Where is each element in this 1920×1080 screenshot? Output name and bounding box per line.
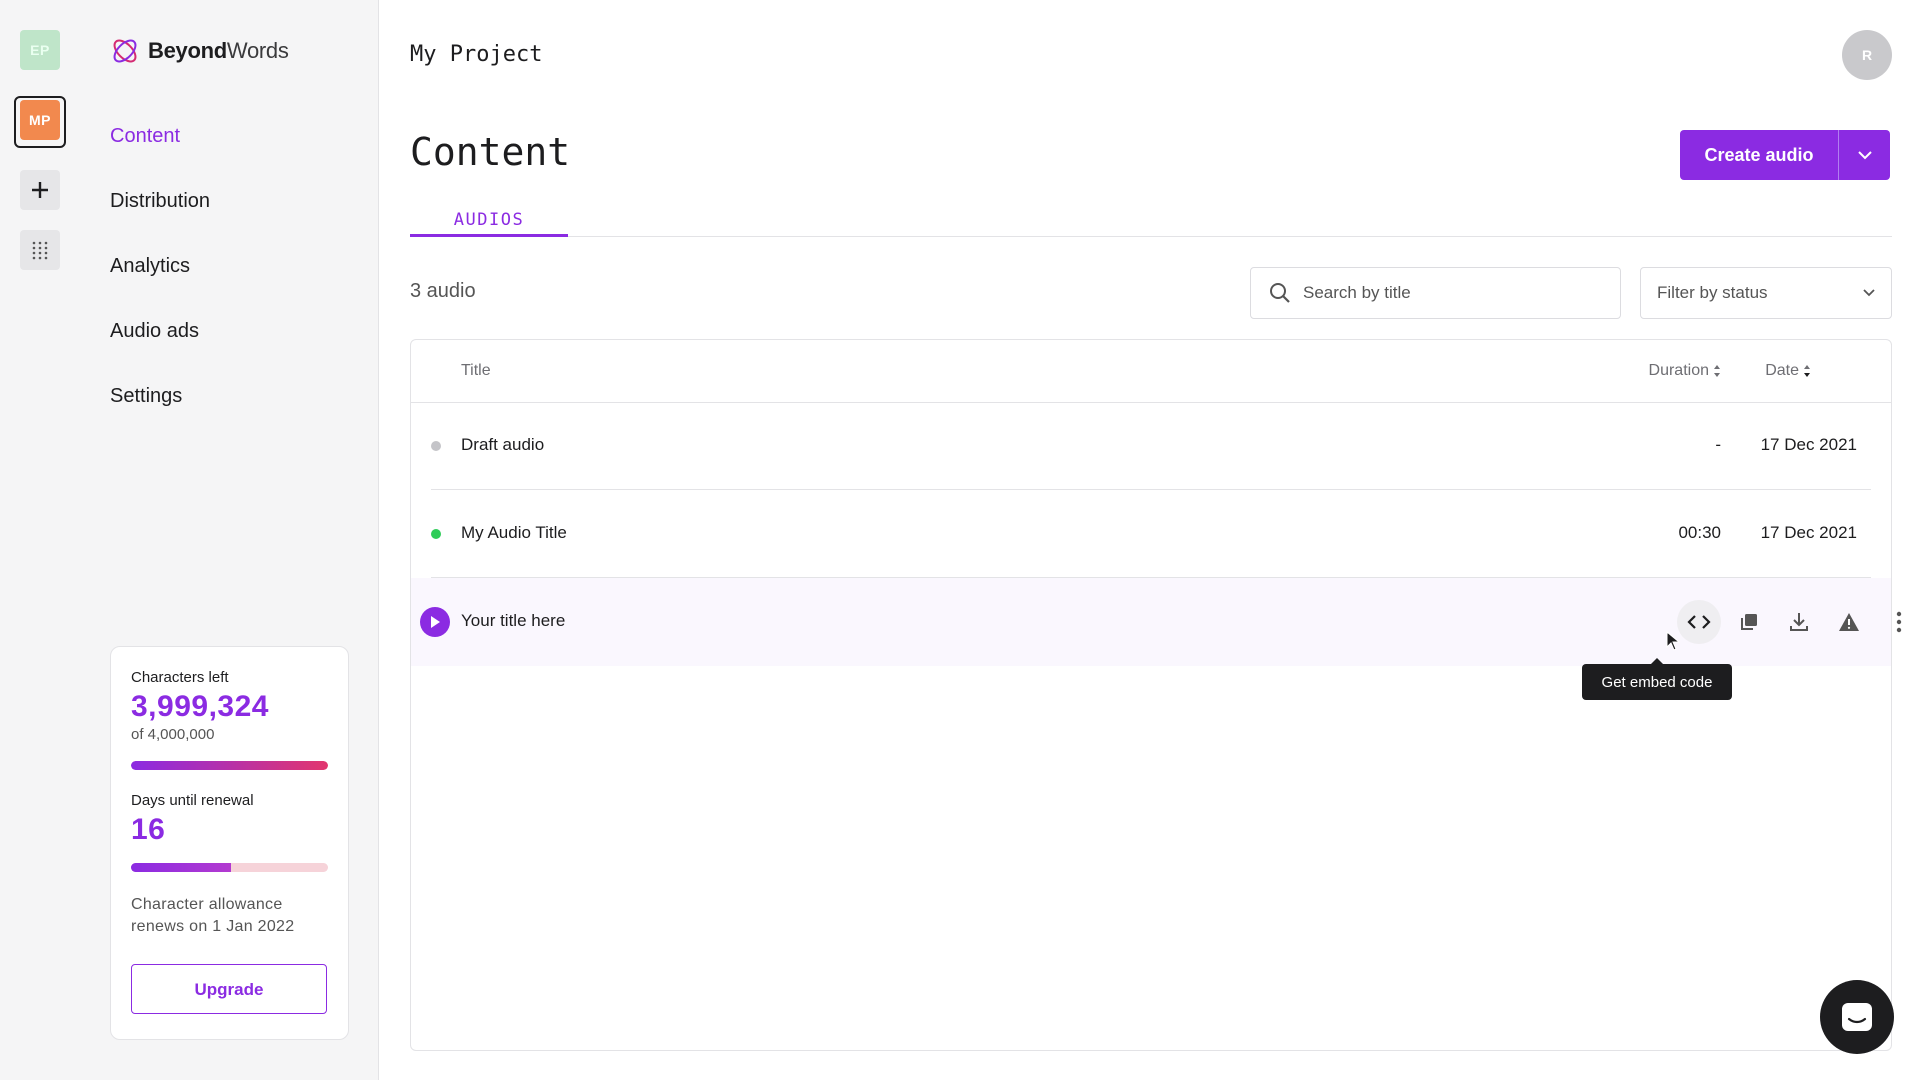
brand-logo[interactable]: BeyondWords	[110, 36, 289, 66]
column-header-title: Title	[461, 362, 491, 379]
chat-icon	[1842, 1003, 1872, 1031]
characters-left-label: Characters left	[131, 669, 229, 686]
copy-icon	[1741, 614, 1757, 630]
status-filter-label: Filter by status	[1657, 283, 1768, 302]
table-row[interactable]: Draft audio - 17 Dec 2021	[411, 402, 1891, 490]
search-icon	[1270, 283, 1290, 303]
upgrade-button[interactable]: Upgrade	[131, 964, 327, 1014]
download-button[interactable]	[1777, 600, 1821, 644]
project-avatar-ep[interactable]: EP	[20, 30, 60, 70]
project-initials: EP	[30, 42, 50, 58]
audio-title[interactable]: My Audio Title	[461, 523, 567, 543]
audio-date: 17 Dec 2021	[1760, 523, 1857, 542]
more-vertical-icon	[1896, 611, 1902, 633]
main-content: My Project R Content Create audio AUDIOS…	[380, 0, 1920, 1080]
nav-item-settings[interactable]: Settings	[110, 385, 182, 408]
nav-item-distribution[interactable]: Distribution	[110, 190, 210, 213]
audio-title[interactable]: Draft audio	[461, 435, 544, 455]
audio-date: 17 Dec 2021	[1760, 435, 1857, 454]
warning-icon	[1839, 613, 1859, 631]
code-icon	[1687, 615, 1711, 629]
chevron-down-icon	[1863, 289, 1875, 297]
project-title: My Project	[410, 42, 543, 67]
table-row[interactable]: My Audio Title 00:30 17 Dec 2021	[411, 490, 1891, 578]
audio-duration: -	[1715, 435, 1721, 454]
status-filter-select[interactable]: Filter by status	[1640, 267, 1892, 319]
search-box[interactable]	[1250, 267, 1621, 319]
renewal-progress-bar	[131, 863, 328, 872]
renewal-progress-fill	[131, 863, 232, 872]
chat-launcher-button[interactable]	[1820, 980, 1894, 1054]
column-header-duration[interactable]: Duration	[1649, 362, 1721, 380]
usage-card: Characters left 3,999,324 of 4,000,000 D…	[110, 646, 349, 1040]
project-rail: EP MP	[0, 0, 80, 1080]
days-until-renewal-value: 16	[131, 813, 166, 846]
brand-name: BeyondWords	[148, 38, 289, 63]
content-tabs: AUDIOS	[410, 200, 1892, 237]
search-input[interactable]	[1303, 283, 1583, 303]
grid-icon	[32, 241, 48, 260]
copy-button[interactable]	[1727, 600, 1771, 644]
column-header-date[interactable]: Date	[1765, 362, 1811, 380]
sort-icon	[1714, 365, 1720, 377]
tab-audios[interactable]: AUDIOS	[410, 200, 568, 237]
characters-progress-fill	[131, 761, 328, 770]
user-avatar[interactable]: R	[1842, 30, 1892, 80]
play-icon	[431, 616, 440, 628]
sort-icon	[1804, 365, 1810, 377]
audio-title[interactable]: Your title here	[461, 611, 565, 631]
plus-icon	[32, 182, 48, 198]
embed-code-tooltip: Get embed code	[1582, 658, 1732, 700]
characters-total: of 4,000,000	[131, 726, 215, 743]
sidebar-nav: BeyondWords Content Distribution Analyti…	[80, 0, 379, 1080]
more-options-button[interactable]	[1877, 600, 1920, 644]
page-title: Content	[410, 130, 571, 174]
allowance-note: Character allowance renews on 1 Jan 2022	[131, 896, 295, 935]
nav-item-audio-ads[interactable]: Audio ads	[110, 320, 199, 343]
characters-left-value: 3,999,324	[131, 690, 269, 723]
chevron-down-icon	[1857, 150, 1872, 159]
audio-count: 3 audio	[410, 280, 476, 302]
audio-duration: 00:30	[1678, 523, 1721, 542]
status-dot	[431, 441, 441, 451]
play-button[interactable]	[420, 607, 450, 637]
mouse-cursor-icon	[1666, 631, 1680, 651]
embed-code-button[interactable]	[1677, 600, 1721, 644]
characters-progress-bar	[131, 761, 328, 770]
create-audio-dropdown-button[interactable]	[1838, 130, 1890, 180]
project-initials: MP	[29, 112, 51, 128]
create-audio-button[interactable]: Create audio	[1680, 130, 1838, 180]
create-audio-group: Create audio	[1680, 130, 1890, 180]
add-project-button[interactable]	[20, 170, 60, 210]
days-until-renewal-label: Days until renewal	[131, 792, 254, 809]
download-icon	[1790, 613, 1808, 631]
apps-grid-button[interactable]	[20, 230, 60, 270]
project-avatar-mp[interactable]: MP	[20, 100, 60, 140]
nav-item-analytics[interactable]: Analytics	[110, 255, 190, 278]
table-row[interactable]: Your title here	[411, 578, 1902, 666]
report-issue-button[interactable]	[1827, 600, 1871, 644]
nav-item-content[interactable]: Content	[110, 125, 180, 148]
status-dot	[431, 529, 441, 539]
beyondwords-logo-icon	[113, 39, 137, 63]
